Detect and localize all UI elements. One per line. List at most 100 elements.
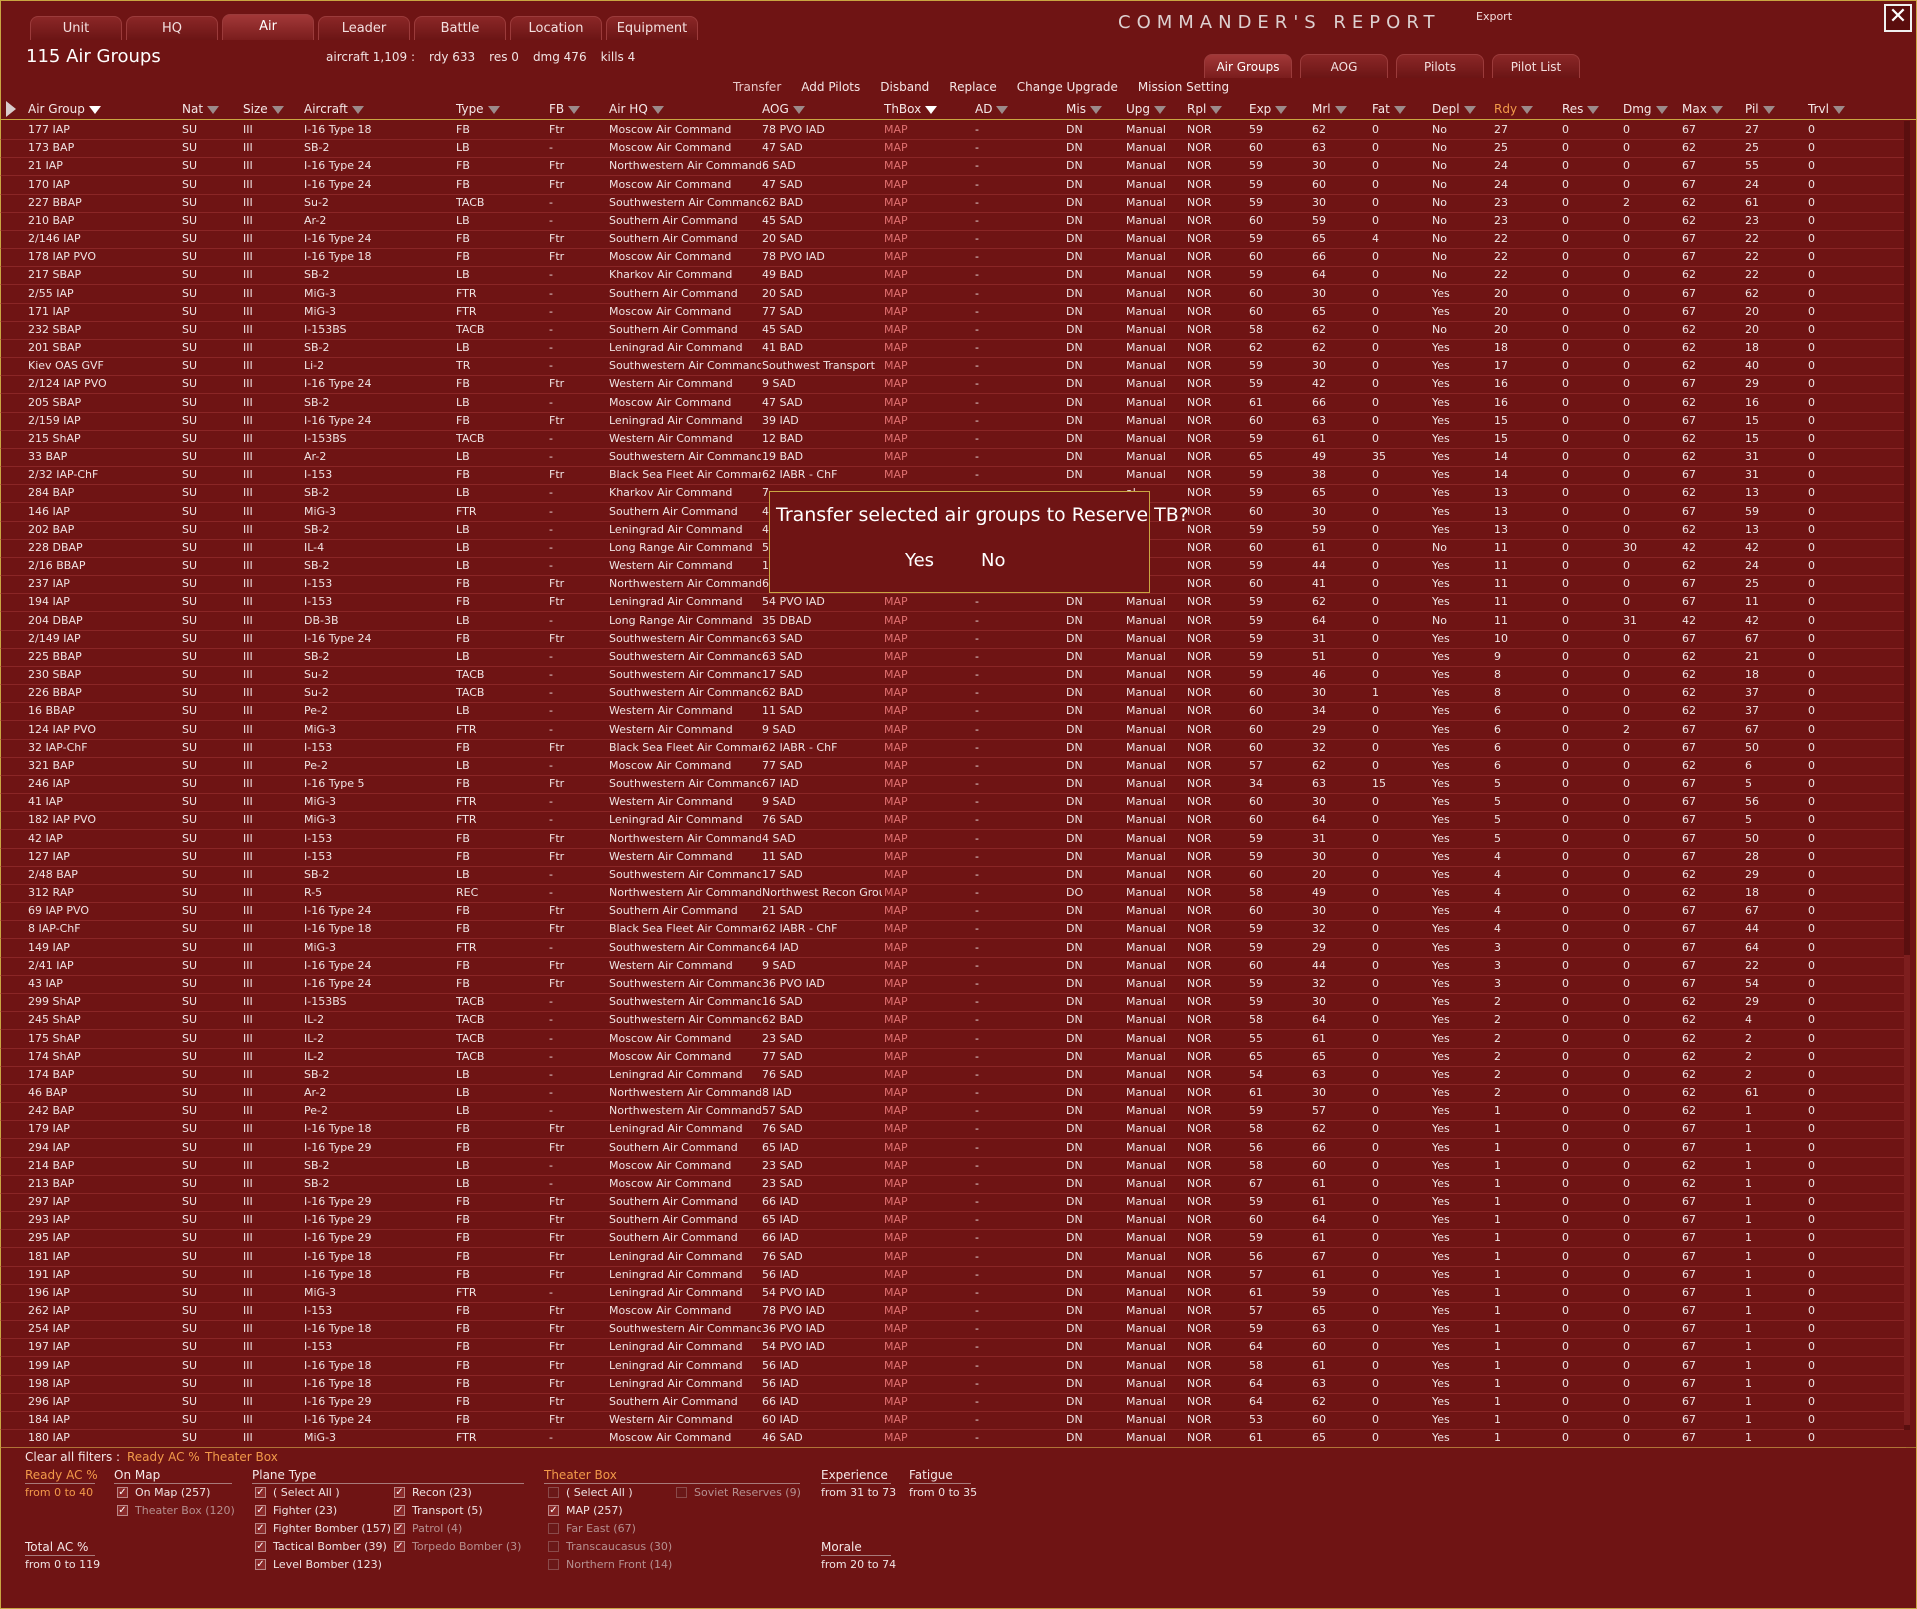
- yes-button[interactable]: Yes: [905, 550, 934, 571]
- checkbox-patrol[interactable]: ✓: [394, 1523, 405, 1534]
- table-row[interactable]: 217 SBAP SU III SB-2 LB - Kharkov Air Command 4…: [0, 266, 1906, 286]
- table-row[interactable]: 321 BAP SU III Pe-2 LB - Moscow Air Command 77 …: [0, 757, 1906, 776]
- transfer-button[interactable]: Transfer: [733, 80, 781, 94]
- table-row[interactable]: 295 IAP SU III I-16 Type 29 FB Ftr Southern Ai…: [0, 1229, 1906, 1249]
- table-row[interactable]: 173 BAP SU III SB-2 LB - Moscow Air Command 47 …: [0, 139, 1906, 159]
- table-row[interactable]: 179 IAP SU III I-16 Type 18 FB Ftr Leningrad A…: [0, 1120, 1906, 1140]
- table-row[interactable]: 312 RAP SU III R-5 REC - Northwestern Air Comm…: [0, 884, 1906, 904]
- close-icon[interactable]: ✕: [1884, 4, 1912, 32]
- table-row[interactable]: 16 BBAP SU III Pe-2 LB - Western Air Command 11…: [0, 702, 1906, 722]
- table-row[interactable]: 191 IAP SU III I-16 Type 18 FB Ftr Leningrad A…: [0, 1266, 1906, 1285]
- table-row[interactable]: 41 IAP SU III MiG-3 FTR - Western Air Command 9…: [0, 793, 1906, 813]
- morale-title[interactable]: Morale: [821, 1540, 862, 1554]
- checkbox-transcaucasus[interactable]: [548, 1541, 559, 1552]
- filter-funnel-icon[interactable]: [271, 105, 284, 114]
- table-row[interactable]: 2/55 IAP SU III MiG-3 FTR - Southern Air Comma…: [0, 285, 1906, 304]
- checkbox-level-bomber[interactable]: ✓: [255, 1559, 266, 1570]
- tab-air[interactable]: Air: [222, 14, 314, 40]
- table-row[interactable]: 149 IAP SU III MiG-3 FTR - Southwestern Air Co…: [0, 939, 1906, 958]
- filter-funnel-icon[interactable]: [1210, 105, 1223, 114]
- checkbox-soviet-reserves[interactable]: [676, 1487, 687, 1498]
- filter-funnel-icon[interactable]: [88, 105, 101, 114]
- column-header-aircraft[interactable]: Aircraft: [304, 99, 364, 119]
- table-row[interactable]: 184 IAP SU III I-16 Type 24 FB Ftr Western Air…: [0, 1411, 1906, 1431]
- column-header-mrl[interactable]: Mrl: [1312, 99, 1347, 119]
- filter-funnel-icon[interactable]: [487, 105, 500, 114]
- table-row[interactable]: 177 IAP SU III I-16 Type 18 FB Ftr Moscow Air …: [0, 121, 1906, 140]
- total-ac-range[interactable]: from 0 to 119: [25, 1558, 100, 1571]
- table-row[interactable]: 69 IAP PVO SU III I-16 Type 24 FB Ftr Southern…: [0, 902, 1906, 922]
- table-row[interactable]: 171 IAP SU III MiG-3 FTR - Moscow Air Command 7…: [0, 303, 1906, 322]
- table-row[interactable]: Kiev OAS GVF SU III Li-2 TR - Southwestern Air…: [0, 357, 1906, 377]
- column-header-type[interactable]: Type: [456, 99, 500, 119]
- table-row[interactable]: 242 BAP SU III Pe-2 LB - Northwestern Air Comm…: [0, 1102, 1906, 1122]
- table-row[interactable]: 181 IAP SU III I-16 Type 18 FB Ftr Leningrad A…: [0, 1248, 1906, 1267]
- table-row[interactable]: 182 IAP PVO SU III MiG-3 FTR - Leningrad Air C…: [0, 811, 1906, 831]
- table-row[interactable]: 43 IAP SU III I-16 Type 24 FB Ftr Southwestern…: [0, 975, 1906, 994]
- table-row[interactable]: 194 IAP SU III I-153 FB Ftr Leningrad Air Comm…: [0, 593, 1906, 613]
- table-row[interactable]: 197 IAP SU III I-153 FB Ftr Leningrad Air Comm…: [0, 1338, 1906, 1358]
- table-row[interactable]: 2/41 IAP SU III I-16 Type 24 FB Ftr Western Ai…: [0, 957, 1906, 976]
- ready-ac-range[interactable]: from 0 to 40: [25, 1486, 93, 1499]
- checkbox-transport[interactable]: ✓: [394, 1505, 405, 1516]
- column-header-thbox[interactable]: ThBox: [884, 99, 938, 119]
- column-header-ad[interactable]: AD: [975, 99, 1009, 119]
- column-header-dmg[interactable]: Dmg: [1623, 99, 1668, 119]
- filter-funnel-icon[interactable]: [1655, 105, 1668, 114]
- table-row[interactable]: 174 BAP SU III SB-2 LB - Leningrad Air Command…: [0, 1066, 1906, 1085]
- subtab-air-groups[interactable]: Air Groups: [1204, 54, 1292, 78]
- checkbox-fighter-bomber[interactable]: ✓: [255, 1523, 266, 1534]
- filter-funnel-icon[interactable]: [1089, 105, 1102, 114]
- column-header-exp[interactable]: Exp: [1249, 99, 1288, 119]
- checkbox-map[interactable]: ✓: [548, 1505, 559, 1516]
- table-row[interactable]: 199 IAP SU III I-16 Type 18 FB Ftr Leningrad A…: [0, 1357, 1906, 1376]
- table-row[interactable]: 32 IAP-ChF SU III I-153 FB Ftr Black Sea Fleet…: [0, 739, 1906, 758]
- filter-funnel-icon[interactable]: [207, 105, 220, 114]
- table-row[interactable]: 33 BAP SU III Ar-2 LB - Southwestern Air Comma…: [0, 448, 1906, 468]
- filter-funnel-icon[interactable]: [1154, 105, 1167, 114]
- table-row[interactable]: 297 IAP SU III I-16 Type 29 FB Ftr Southern Ai…: [0, 1193, 1906, 1213]
- column-header-air-hq[interactable]: Air HQ: [609, 99, 664, 119]
- table-row[interactable]: 294 IAP SU III I-16 Type 29 FB Ftr Southern Ai…: [0, 1139, 1906, 1158]
- checkbox-select-all-theaters[interactable]: [548, 1487, 559, 1498]
- experience-title[interactable]: Experience: [821, 1468, 888, 1482]
- filter-funnel-icon[interactable]: [1393, 105, 1406, 114]
- table-row[interactable]: 245 ShAP SU III IL-2 TACB - Southwestern Air C…: [0, 1011, 1906, 1031]
- table-row[interactable]: 175 ShAP SU III IL-2 TACB - Moscow Air Command…: [0, 1030, 1906, 1049]
- table-row[interactable]: 46 BAP SU III Ar-2 LB - Northwestern Air Comma…: [0, 1084, 1906, 1103]
- table-row[interactable]: 2/32 IAP-ChF SU III I-153 FB Ftr Black Sea Fle…: [0, 466, 1906, 486]
- table-row[interactable]: 246 IAP SU III I-16 Type 5 FB Ftr Southwestern…: [0, 775, 1906, 795]
- replace-button[interactable]: Replace: [949, 80, 996, 94]
- scrollbar-thumb[interactable]: [1904, 955, 1910, 1425]
- filter-funnel-icon[interactable]: [1832, 105, 1845, 114]
- tab-equipment[interactable]: Equipment: [606, 16, 698, 40]
- expand-arrow-icon[interactable]: [6, 101, 16, 117]
- disband-button[interactable]: Disband: [880, 80, 929, 94]
- filter-funnel-icon[interactable]: [351, 105, 364, 114]
- table-row[interactable]: 230 SBAP SU III Su-2 TACB - Southwestern Air C…: [0, 666, 1906, 686]
- column-header-upg[interactable]: Upg: [1126, 99, 1167, 119]
- table-row[interactable]: 124 IAP PVO SU III MiG-3 FTR - Western Air Com…: [0, 721, 1906, 740]
- table-row[interactable]: 21 IAP SU III I-16 Type 24 FB Ftr Northwestern…: [0, 157, 1906, 177]
- column-header-max[interactable]: Max: [1682, 99, 1723, 119]
- table-row[interactable]: 204 DBAP SU III DB-3B LB - Long Range Air Comm…: [0, 612, 1906, 631]
- table-row[interactable]: 2/124 IAP PVO SU III I-16 Type 24 FB Ftr Weste…: [0, 375, 1906, 395]
- table-row[interactable]: 180 IAP SU III MiG-3 FTR - Moscow Air Command 4…: [0, 1429, 1906, 1449]
- column-header-trvl[interactable]: Trvl: [1808, 99, 1845, 119]
- column-header-rpl[interactable]: Rpl: [1187, 99, 1223, 119]
- table-row[interactable]: 8 IAP-ChF SU III I-16 Type 18 FB Ftr Black Sea…: [0, 920, 1906, 940]
- column-header-mis[interactable]: Mis: [1066, 99, 1102, 119]
- filter-funnel-icon[interactable]: [568, 105, 581, 114]
- table-row[interactable]: 293 IAP SU III I-16 Type 29 FB Ftr Southern Ai…: [0, 1211, 1906, 1231]
- column-header-size[interactable]: Size: [243, 99, 284, 119]
- column-header-pil[interactable]: Pil: [1745, 99, 1775, 119]
- table-row[interactable]: 196 IAP SU III MiG-3 FTR - Leningrad Air Comma…: [0, 1284, 1906, 1303]
- active-filter-theater[interactable]: Theater Box: [205, 1450, 278, 1464]
- filter-funnel-icon[interactable]: [792, 105, 805, 114]
- table-row[interactable]: 214 BAP SU III SB-2 LB - Moscow Air Command 23 …: [0, 1157, 1906, 1176]
- column-header-fat[interactable]: Fat: [1372, 99, 1406, 119]
- checkbox-far-east[interactable]: [548, 1523, 559, 1534]
- column-header-air-group[interactable]: Air Group: [28, 99, 101, 119]
- export-button[interactable]: Export: [1476, 10, 1512, 23]
- column-header-rdy[interactable]: Rdy: [1494, 99, 1534, 119]
